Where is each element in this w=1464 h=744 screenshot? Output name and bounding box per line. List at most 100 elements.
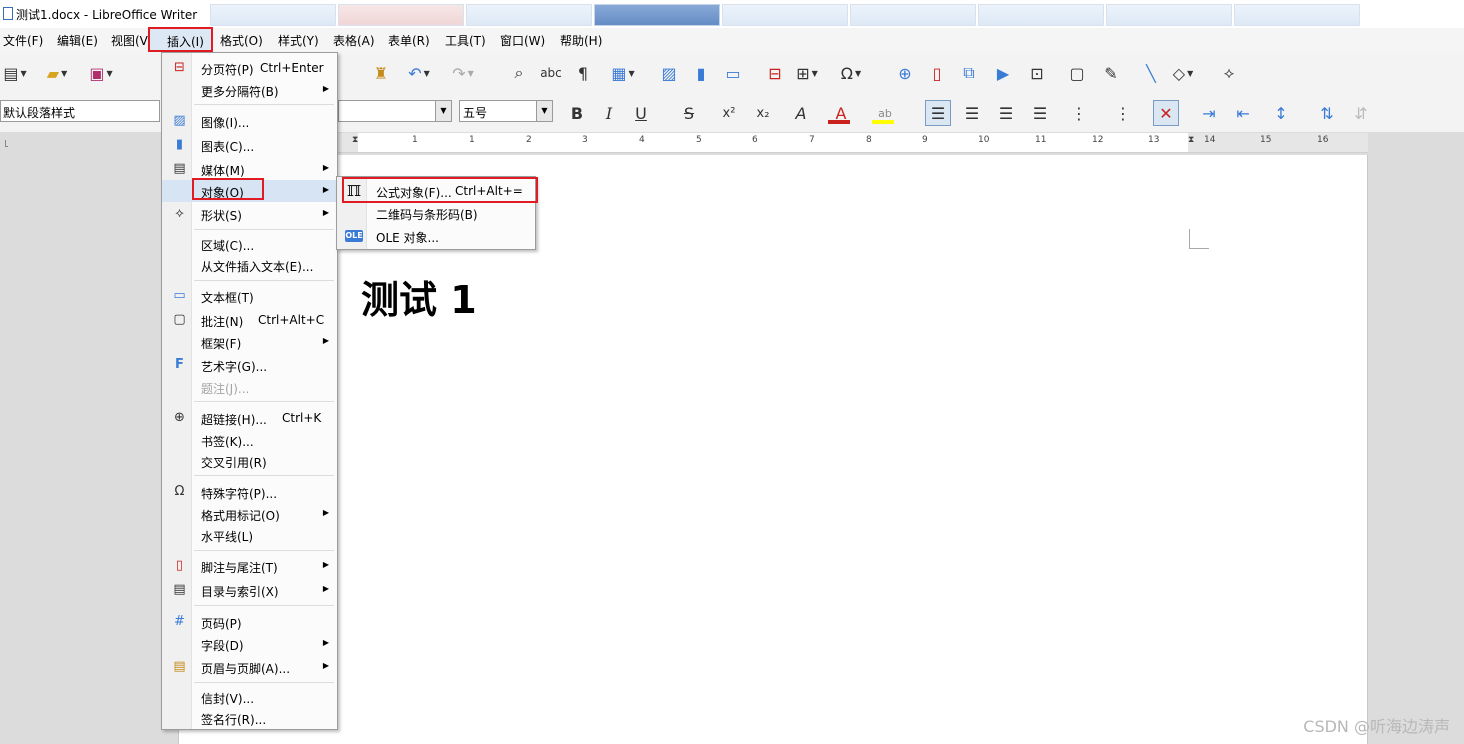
basic-shapes-icon[interactable]: ◇ ▼ <box>1172 62 1194 84</box>
insert-chart-icon[interactable]: ▮ <box>690 62 712 84</box>
numbering-icon[interactable]: ⋮ <box>1110 100 1136 126</box>
comment-icon[interactable]: ▢ <box>1066 62 1088 84</box>
italic-icon[interactable]: I <box>596 100 622 126</box>
paragraph-spacing-icon[interactable]: ⇅ <box>1314 100 1340 126</box>
insert-field-icon[interactable]: ⊞ ▼ <box>796 62 818 84</box>
footnote-icon[interactable]: ▯ <box>926 62 948 84</box>
insert-image-icon[interactable]: ▨ <box>658 62 680 84</box>
new-document-icon[interactable]: ▤ ▼ <box>3 62 26 84</box>
special-character-icon[interactable]: Ω ▼ <box>840 62 862 84</box>
menu-item-horizontal-line[interactable]: 水平线(L) <box>162 524 337 546</box>
menu-item-page-number[interactable]: # 页码(P) <box>162 611 337 633</box>
menu-item-signature-line[interactable]: 签名行(R)... <box>162 707 337 729</box>
menu-insert[interactable]: 插入(I) <box>148 27 213 52</box>
open-folder-icon[interactable]: ▰ ▼ <box>46 62 68 84</box>
superscript-icon[interactable]: x² <box>716 100 742 126</box>
menu-item-envelope[interactable]: 信封(V)... <box>162 686 337 708</box>
formula-highlight-box <box>342 177 538 203</box>
menu-table[interactable]: 表格(A) <box>333 32 375 49</box>
bullets-icon[interactable]: ⋮ <box>1066 100 1092 126</box>
font-name-box[interactable]: ▼ <box>338 100 452 122</box>
font-size-box[interactable]: 五号 ▼ <box>459 100 553 122</box>
menu-form[interactable]: 表单(R) <box>388 32 430 49</box>
menu-help[interactable]: 帮助(H) <box>560 32 602 49</box>
menu-item-ole-object[interactable]: OLE OLE 对象... <box>337 225 535 247</box>
font-size-dropdown-icon[interactable]: ▼ <box>536 101 552 121</box>
underline-icon[interactable]: U <box>628 100 654 126</box>
bookmark-icon[interactable]: ▶ <box>992 62 1014 84</box>
redo-icon[interactable]: ↷ ▼ <box>452 62 474 84</box>
cross-reference-icon[interactable]: ⧉ <box>958 62 980 84</box>
ruler-number: 10 <box>978 135 990 145</box>
ruler-right-indent-marker-icon[interactable]: ⧗ <box>1188 135 1194 145</box>
undo-icon[interactable]: ↶ ▼ <box>408 62 430 84</box>
subscript-icon[interactable]: x₂ <box>750 100 776 126</box>
menu-window[interactable]: 窗口(W) <box>500 32 545 49</box>
menu-item-more-breaks[interactable]: 更多分隔符(B) ▶ <box>162 79 337 101</box>
align-right-icon[interactable]: ☰ <box>993 100 1019 126</box>
paragraph-style-box[interactable]: 默认段落样式 <box>0 100 160 122</box>
menu-item-toc-index[interactable]: ▤ 目录与索引(X) ▶ <box>162 579 337 601</box>
menu-item-bookmark[interactable]: 书签(K)... <box>162 429 337 451</box>
menu-styles[interactable]: 样式(Y) <box>278 32 319 49</box>
font-name-dropdown-icon[interactable]: ▼ <box>435 101 451 121</box>
menu-item-comment[interactable]: ▢ 批注(N) Ctrl+Alt+C <box>162 309 337 331</box>
menu-item-special-character[interactable]: Ω 特殊字符(P)... <box>162 481 337 503</box>
menu-item-text-from-file[interactable]: 从文件插入文本(E)... <box>162 254 337 276</box>
font-color-icon[interactable]: A <box>828 100 854 126</box>
menu-item-formatting-mark[interactable]: 格式用标记(O) ▶ <box>162 503 337 525</box>
menu-item-image[interactable]: ▨ 图像(I)... <box>162 110 337 132</box>
draw-functions-icon[interactable]: ⟡ <box>1218 62 1240 84</box>
menu-view[interactable]: 视图(V) <box>111 32 153 49</box>
ruler-indent-marker-icon[interactable]: ⧗ <box>352 135 358 145</box>
hyperlink-icon[interactable]: ⊕ <box>894 62 916 84</box>
menu-file[interactable]: 文件(F) <box>3 32 43 49</box>
menu-item-qr-barcode[interactable]: 二维码与条形码(B) <box>337 202 535 224</box>
justify-icon[interactable]: ☰ <box>1027 100 1053 126</box>
watermark-text: CSDN @听海边涛声 <box>1303 717 1450 736</box>
align-center-icon[interactable]: ☰ <box>959 100 985 126</box>
no-list-icon[interactable]: ✕ <box>1153 100 1179 126</box>
menu-item-label: 页码(P) <box>201 617 242 631</box>
menu-tools[interactable]: 工具(T) <box>445 32 486 49</box>
highlight-color-icon[interactable]: ab <box>872 100 898 126</box>
menu-edit[interactable]: 编辑(E) <box>57 32 98 49</box>
increase-indent-icon[interactable]: ⇥ <box>1196 100 1222 126</box>
menu-item-media[interactable]: ▤ 媒体(M) ▶ <box>162 158 337 180</box>
bold-icon[interactable]: B <box>564 100 590 126</box>
insert-table-icon[interactable]: ▦ ▼ <box>611 62 634 84</box>
page-break-icon[interactable]: ⊟ <box>764 62 786 84</box>
clear-formatting-icon[interactable]: A <box>788 100 814 126</box>
line-spacing-icon[interactable]: ↕ <box>1268 100 1294 126</box>
menu-item-header-footer[interactable]: ▤ 页眉与页脚(A)... ▶ <box>162 656 337 678</box>
menu-item-hyperlink[interactable]: ⊕ 超链接(H)... Ctrl+K <box>162 407 337 429</box>
strikethrough-icon[interactable]: S <box>676 100 702 126</box>
track-changes-icon[interactable]: ✎ <box>1100 62 1122 84</box>
menu-item-caption[interactable]: 题注(J)... <box>162 376 337 398</box>
save-icon[interactable]: ▣ ▼ <box>89 62 112 84</box>
menu-item-frame[interactable]: 框架(F) ▶ <box>162 331 337 353</box>
menu-item-page-break[interactable]: ⊟ 分页符(P) Ctrl+Enter <box>162 57 337 79</box>
clone-formatting-icon[interactable]: ♜ <box>370 62 392 84</box>
insert-textbox-icon[interactable]: ▭ <box>722 62 744 84</box>
horizontal-ruler[interactable]: ⧗ 1 1 2 3 4 5 6 7 8 9 10 11 12 13 14 15 … <box>338 133 1368 153</box>
menu-item-chart[interactable]: ▮ 图表(C)... <box>162 134 337 156</box>
decrease-indent-icon[interactable]: ⇤ <box>1230 100 1256 126</box>
field-shading-icon[interactable]: ⊡ <box>1026 62 1048 84</box>
find-replace-icon[interactable]: ⌕ <box>508 62 530 84</box>
line-icon[interactable]: ╲ <box>1140 62 1162 84</box>
menu-item-field[interactable]: 字段(D) ▶ <box>162 633 337 655</box>
menu-format[interactable]: 格式(O) <box>220 32 263 49</box>
menu-item-section[interactable]: 区域(C)... <box>162 233 337 255</box>
menu-item-shape[interactable]: ⟡ 形状(S) ▶ <box>162 203 337 225</box>
document-heading[interactable]: 测试 1 <box>361 269 477 324</box>
align-left-icon[interactable]: ☰ <box>925 100 951 126</box>
menu-item-fontwork[interactable]: F 艺术字(G)... <box>162 354 337 376</box>
ruler-number: 12 <box>1092 135 1104 145</box>
menu-item-footnote-endnote[interactable]: ▯ 脚注与尾注(T) ▶ <box>162 555 337 577</box>
menu-item-cross-reference[interactable]: 交叉引用(R) <box>162 450 337 472</box>
paragraph-spacing-decrease-icon[interactable]: ⇵ <box>1348 100 1374 126</box>
spelling-icon[interactable]: abc <box>540 62 562 84</box>
formatting-marks-icon[interactable]: ¶ <box>572 62 594 84</box>
menu-item-text-box[interactable]: ▭ 文本框(T) <box>162 285 337 307</box>
